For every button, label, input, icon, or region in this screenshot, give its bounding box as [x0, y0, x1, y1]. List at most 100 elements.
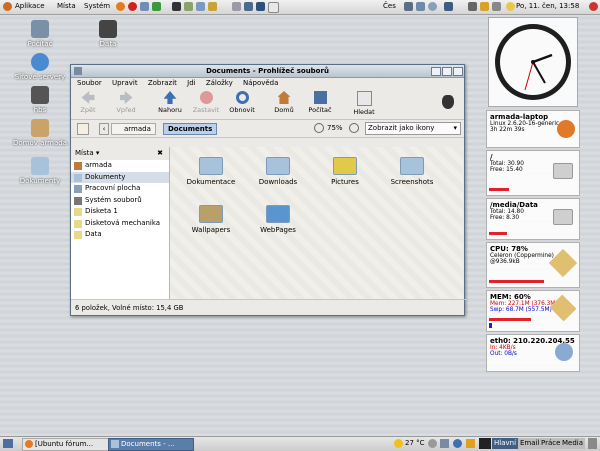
taskbar-item-browser[interactable]: [Ubuntu fórum... — [22, 438, 118, 451]
menu-view[interactable]: Zobrazit — [148, 79, 177, 87]
desktop-icon-home[interactable]: Domov armada — [10, 119, 70, 147]
warning-icon[interactable] — [466, 439, 475, 448]
document-icon[interactable] — [268, 2, 279, 13]
applet-icon[interactable] — [416, 2, 425, 11]
zoom-level[interactable]: 75% — [327, 124, 343, 132]
sidebar-item-floppy1[interactable]: Disketa 1 — [71, 206, 169, 218]
trash-icon[interactable] — [588, 438, 597, 449]
zoom-in-icon[interactable] — [349, 123, 359, 133]
menu-system[interactable]: Systém — [84, 2, 110, 10]
file-label: Dokumentace — [186, 178, 236, 186]
weather-icon[interactable] — [506, 2, 515, 11]
file-item-screenshots[interactable]: Screenshots — [379, 157, 445, 186]
desktop-icon-data[interactable]: Data — [78, 20, 138, 48]
window-titlebar[interactable]: Documents - Prohlížeč souborů — [71, 65, 464, 78]
file-item-downloads[interactable]: Downloads — [245, 157, 311, 186]
minimize-button[interactable] — [431, 67, 441, 76]
file-label: Wallpapers — [191, 226, 231, 234]
clock[interactable]: Po, 11. čen, 13:58 — [516, 2, 579, 10]
file-item-wallpapers[interactable]: Wallpapers — [178, 205, 244, 234]
close-sidebar-icon[interactable]: ✖ — [157, 147, 163, 160]
help-icon[interactable] — [453, 439, 462, 448]
desktop-icon-network[interactable]: Síťové servery — [10, 53, 70, 81]
stop-button[interactable]: Zastavit — [189, 91, 223, 114]
workspace-work[interactable]: Práce — [539, 438, 563, 449]
close-button[interactable] — [453, 67, 463, 76]
forward-button[interactable]: Vpřed — [109, 91, 143, 114]
file-item-pictures[interactable]: Pictures — [312, 157, 378, 186]
sidebar-item-label: Dokumenty — [85, 172, 126, 181]
terminal-icon[interactable] — [172, 2, 181, 11]
menu-file[interactable]: Soubor — [77, 79, 102, 87]
workspace-main[interactable]: Hlavní — [492, 438, 519, 449]
temperature[interactable]: 27 °C — [405, 439, 425, 447]
computer-button[interactable]: Počítač — [303, 91, 337, 114]
sidebar-item-data[interactable]: Data — [71, 229, 169, 241]
network-tray-icon[interactable] — [444, 2, 453, 11]
back-button[interactable]: Zpět — [71, 91, 105, 114]
menu-help[interactable]: Nápověda — [243, 79, 278, 87]
view-mode-select[interactable]: Zobrazit jako ikony ▾ — [365, 122, 461, 135]
sidebar-item-armada[interactable]: armada — [71, 160, 169, 172]
power-icon[interactable] — [492, 2, 501, 11]
graphics-icon[interactable] — [232, 2, 241, 11]
chat-icon[interactable] — [152, 2, 161, 11]
show-desktop-icon[interactable] — [3, 439, 13, 448]
volume-icon[interactable] — [468, 2, 477, 11]
update-icon[interactable] — [480, 2, 489, 11]
taskbar-item-documents[interactable]: Documents - ... — [108, 438, 194, 451]
menu-applications[interactable]: Aplikace — [15, 2, 45, 10]
sidebar-selector[interactable]: Místa ▾ — [75, 149, 99, 157]
zoom-out-icon[interactable] — [314, 123, 324, 133]
desktop-icon-computer[interactable]: Počítač — [10, 20, 70, 48]
sidebar-item-filesystem[interactable]: Systém souborů — [71, 195, 169, 207]
up-button[interactable]: Nahoru — [153, 91, 187, 114]
monitor-icon[interactable] — [244, 2, 253, 11]
view-mode-value: Zobrazit jako ikony — [368, 124, 435, 132]
ubuntu-logo-icon[interactable] — [3, 2, 12, 11]
workspace-email[interactable]: Email — [518, 438, 542, 449]
file-item-webpages[interactable]: WebPages — [245, 205, 311, 234]
weather-sun-icon[interactable] — [394, 439, 403, 448]
maximize-button[interactable] — [442, 67, 452, 76]
image-viewer-icon[interactable] — [208, 2, 217, 11]
desktop-icon-hbs[interactable]: hbs — [10, 86, 70, 114]
keyboard-layout[interactable]: Čes — [383, 2, 396, 10]
search-tray-icon[interactable] — [428, 2, 437, 11]
monitor-tray-icon[interactable] — [404, 2, 413, 11]
search-button[interactable]: Hledat — [347, 91, 381, 116]
sidebar-item-desktop[interactable]: Pracovní plocha — [71, 183, 169, 195]
terminal-tray-icon[interactable] — [479, 438, 491, 449]
firefox-icon[interactable] — [116, 2, 125, 11]
window-menu-icon[interactable] — [74, 67, 82, 75]
path-button-armada[interactable]: armada — [111, 123, 156, 135]
toggle-path-button[interactable] — [77, 123, 89, 135]
menu-go[interactable]: Jdi — [187, 79, 195, 87]
home-button[interactable]: Domů — [267, 91, 301, 114]
path-left-arrow-icon[interactable]: ‹ — [99, 123, 109, 135]
back-label: Zpět — [80, 106, 96, 114]
path-button-documents[interactable]: Documents — [163, 123, 218, 135]
reload-button[interactable]: Obnovit — [225, 91, 259, 114]
tray-icon-2[interactable] — [440, 439, 449, 448]
logout-icon[interactable] — [589, 2, 598, 11]
workspace-media[interactable]: Media — [560, 438, 586, 449]
tray-icon-1[interactable] — [428, 439, 437, 448]
opera-icon[interactable] — [128, 2, 137, 11]
menu-bookmarks[interactable]: Záložky — [206, 79, 233, 87]
desktop-icon-documents[interactable]: Dokumenty — [10, 157, 70, 185]
file-item-dokumentace[interactable]: Dokumentace — [178, 157, 244, 186]
sidebar-item-documents[interactable]: Dokumenty — [71, 171, 169, 183]
fs-root-name: / — [490, 153, 493, 161]
swap-usage-bar — [489, 323, 492, 328]
mail-icon[interactable] — [140, 2, 149, 11]
path-label: Documents — [168, 125, 213, 133]
menu-edit[interactable]: Upravit — [112, 79, 138, 87]
sidebar-item-label: Data — [85, 230, 102, 238]
photo-icon[interactable] — [256, 2, 265, 11]
calculator-icon[interactable] — [184, 2, 193, 11]
editor-icon[interactable] — [196, 2, 205, 11]
menu-places[interactable]: Místa — [57, 2, 76, 10]
sidebar-item-floppy-drive[interactable]: Disketová mechanika — [71, 218, 169, 230]
sidebar-item-label: Systém souborů — [85, 195, 142, 204]
